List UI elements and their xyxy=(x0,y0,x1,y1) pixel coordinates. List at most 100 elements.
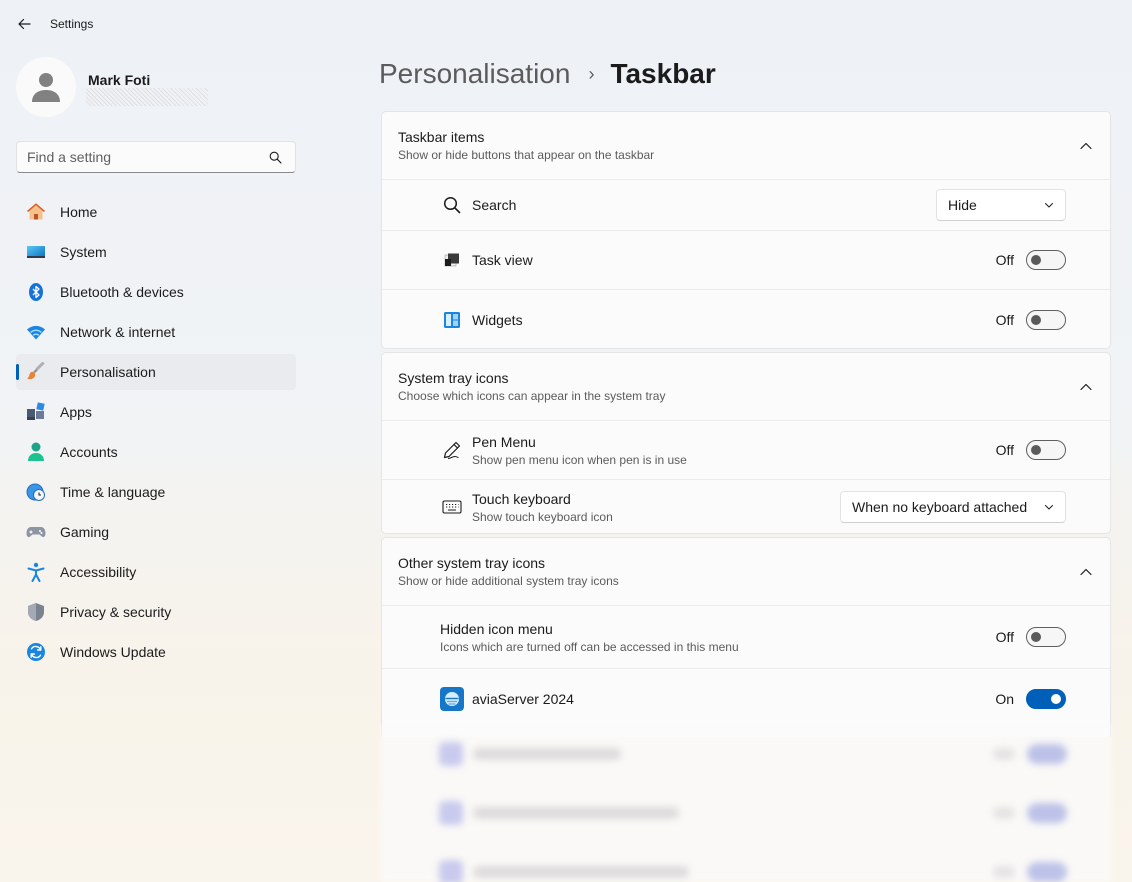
blurred-label xyxy=(993,807,1015,819)
search-box[interactable] xyxy=(16,141,296,173)
sidebar-item-personalisation[interactable]: Personalisation xyxy=(16,354,296,390)
sidebar-item-apps[interactable]: Apps xyxy=(16,394,296,430)
chevron-down-icon xyxy=(1045,203,1053,208)
sidebar-item-label: Time & language xyxy=(60,484,166,500)
section-title: Taskbar items xyxy=(398,129,485,145)
blurred-app-icon xyxy=(439,742,463,766)
row-text: Task view xyxy=(472,252,533,268)
aviaserver-toggle[interactable] xyxy=(1026,689,1066,709)
blurred-toggle xyxy=(1027,862,1067,882)
user-name: Mark Foti xyxy=(88,72,151,88)
sidebar-item-gaming[interactable]: Gaming xyxy=(16,514,296,550)
hidden-icon-menu-row: Hidden icon menu Icons which are turned … xyxy=(382,606,1110,669)
sidebar-item-time-language[interactable]: Time & language xyxy=(16,474,296,510)
pen-menu-toggle[interactable] xyxy=(1026,440,1066,460)
task-view-label: Task view xyxy=(472,252,533,268)
widgets-icon xyxy=(442,310,462,330)
dropdown-value: When no keyboard attached xyxy=(852,499,1028,515)
brush-icon xyxy=(26,362,46,382)
blurred-label xyxy=(993,866,1015,878)
sidebar-item-accessibility[interactable]: Accessibility xyxy=(16,554,296,590)
row-text: aviaServer 2024 xyxy=(472,691,574,707)
hidden-icon-menu-label: Hidden icon menu xyxy=(440,620,553,637)
keyboard-icon xyxy=(442,497,462,517)
toggle-state-label: Off xyxy=(995,442,1014,458)
other-tray-section: Other system tray icons Show or hide add… xyxy=(381,537,1111,737)
home-icon xyxy=(26,202,46,222)
sidebar-item-windows-update[interactable]: Windows Update xyxy=(16,634,296,670)
hidden-icon-menu-toggle[interactable] xyxy=(1026,627,1066,647)
toggle-state-label: On xyxy=(995,691,1014,707)
chevron-up-icon[interactable] xyxy=(1078,564,1094,580)
aviaserver-row: aviaServer 2024 On xyxy=(382,669,1110,729)
title-bar: Settings xyxy=(0,0,1132,48)
task-view-toggle[interactable] xyxy=(1026,250,1066,270)
update-icon xyxy=(26,642,46,662)
search-input[interactable] xyxy=(17,149,263,165)
blurred-tray-list xyxy=(381,724,1111,882)
sidebar-item-system[interactable]: System xyxy=(16,234,296,270)
pen-menu-row: Pen Menu Show pen menu icon when pen is … xyxy=(382,421,1110,480)
other-tray-header[interactable]: Other system tray icons Show or hide add… xyxy=(382,538,1110,606)
search-icon xyxy=(442,195,462,215)
section-title: Other system tray icons xyxy=(398,555,546,571)
person-icon xyxy=(32,73,60,102)
pen-icon xyxy=(442,440,462,460)
sidebar-nav: Home System Bluetooth & devices Network … xyxy=(16,194,296,674)
sidebar-item-label: Privacy & security xyxy=(60,604,172,620)
sidebar-item-network[interactable]: Network & internet xyxy=(16,314,296,350)
breadcrumb-parent[interactable]: Personalisation xyxy=(379,58,570,90)
sidebar-item-bluetooth[interactable]: Bluetooth & devices xyxy=(16,274,296,310)
user-email-redacted xyxy=(86,88,208,106)
blurred-text xyxy=(473,866,689,878)
blurred-row xyxy=(381,783,1111,842)
task-view-icon xyxy=(442,250,462,270)
toggle-state-label: Off xyxy=(995,311,1014,328)
system-tray-header[interactable]: System tray icons Choose which icons can… xyxy=(382,353,1110,421)
avatar[interactable] xyxy=(16,57,76,117)
touch-keyboard-dropdown[interactable]: When no keyboard attached xyxy=(840,491,1066,523)
search-setting-row: Search Hide xyxy=(382,180,1110,231)
search-mode-dropdown[interactable]: Hide xyxy=(936,189,1066,221)
aviaserver-app-icon xyxy=(440,687,464,711)
breadcrumb: Personalisation › Taskbar xyxy=(379,58,716,90)
sidebar-item-label: Apps xyxy=(60,404,92,420)
wifi-icon xyxy=(26,322,46,342)
taskbar-items-header[interactable]: Taskbar items Show or hide buttons that … xyxy=(382,112,1110,180)
toggle-state-label: Off xyxy=(995,629,1014,645)
sidebar-item-label: Windows Update xyxy=(60,644,166,660)
row-text: Pen Menu Show pen menu icon when pen is … xyxy=(472,434,687,467)
system-icon xyxy=(26,242,46,262)
back-button[interactable] xyxy=(12,12,36,36)
blurred-toggle xyxy=(1027,744,1067,764)
row-text: Touch keyboard Show touch keyboard icon xyxy=(472,491,613,524)
touch-keyboard-row: Touch keyboard Show touch keyboard icon … xyxy=(382,480,1110,533)
sidebar-item-home[interactable]: Home xyxy=(16,194,296,230)
shield-icon xyxy=(26,602,46,622)
taskbar-items-section: Taskbar items Show or hide buttons that … xyxy=(381,111,1111,349)
chevron-up-icon[interactable] xyxy=(1078,138,1094,154)
task-view-row: Task view Off xyxy=(382,231,1110,290)
section-title: System tray icons xyxy=(398,370,509,386)
toggle-state-label: Off xyxy=(995,252,1014,268)
sidebar-item-accounts[interactable]: Accounts xyxy=(16,434,296,470)
hidden-icon-menu-description: Icons which are turned off can be access… xyxy=(440,639,739,654)
pen-menu-description: Show pen menu icon when pen is in use xyxy=(472,452,687,467)
pen-menu-label: Pen Menu xyxy=(472,433,536,450)
blurred-app-icon xyxy=(439,801,463,825)
gamepad-icon xyxy=(26,522,46,542)
sidebar-item-label: System xyxy=(60,244,107,260)
touch-keyboard-label: Touch keyboard xyxy=(472,490,571,507)
row-text: Search xyxy=(472,197,516,213)
breadcrumb-separator: › xyxy=(588,63,595,84)
row-text: Widgets xyxy=(472,312,523,328)
sidebar-item-label: Accounts xyxy=(60,444,118,460)
row-text: Hidden icon menu Icons which are turned … xyxy=(440,621,739,654)
sidebar-item-privacy-security[interactable]: Privacy & security xyxy=(16,594,296,630)
search-icon[interactable] xyxy=(263,145,287,169)
widgets-row: Widgets Off xyxy=(382,290,1110,348)
widgets-toggle[interactable] xyxy=(1026,309,1066,330)
chevron-down-icon xyxy=(1045,505,1053,510)
dropdown-value: Hide xyxy=(948,197,977,213)
chevron-up-icon[interactable] xyxy=(1078,379,1094,395)
